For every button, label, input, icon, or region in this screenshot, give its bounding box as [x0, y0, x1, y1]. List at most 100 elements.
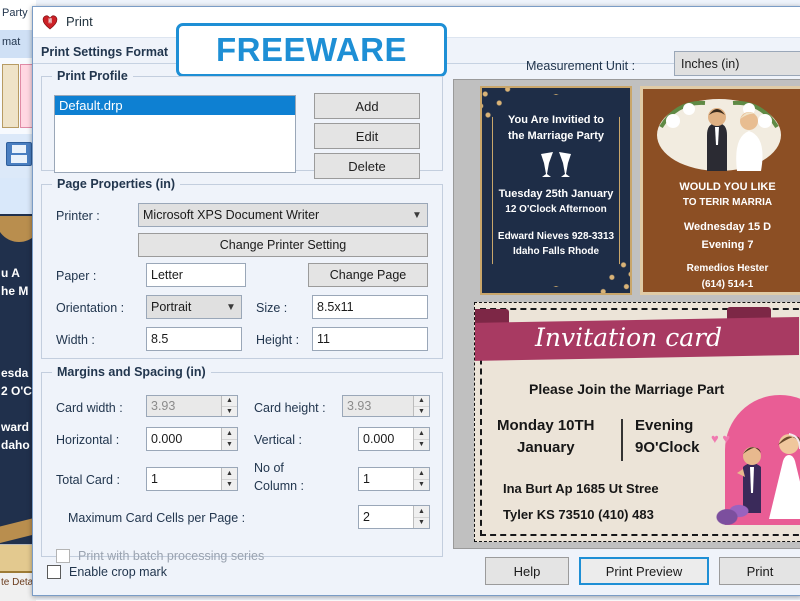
background-template-gallery[interactable] [0, 58, 36, 139]
crop-mark-checkbox-row[interactable]: Enable crop mark [47, 565, 167, 579]
print-button[interactable]: Print [719, 557, 800, 585]
card-height-value: 3.93 [347, 399, 372, 413]
edit-profile-button[interactable]: Edit [314, 123, 420, 149]
background-ribbon[interactable]: mat [0, 30, 36, 59]
group-print-profile: Print Profile Default.drp Add Edit Delet… [41, 69, 443, 179]
arrow-up-icon[interactable]: ▲ [414, 428, 429, 440]
height-field[interactable]: 11 [312, 327, 428, 351]
group-print-profile-legend: Print Profile [57, 69, 128, 83]
max-cards-per-page-stepper[interactable]: 2 ▲ ▼ [358, 505, 430, 529]
vertical-stepper[interactable]: 0.000 ▲ ▼ [358, 427, 430, 451]
change-page-button[interactable]: Change Page [308, 263, 428, 287]
print-settings-panel: Print Profile Default.drp Add Edit Delet… [33, 65, 453, 579]
arrow-up-icon[interactable]: ▲ [414, 468, 429, 480]
total-card-stepper[interactable]: 1 ▲ ▼ [146, 467, 238, 491]
background-tab-label: Party [2, 7, 28, 19]
printer-select[interactable]: Microsoft XPS Document Writer ▼ [138, 203, 428, 227]
dialog-title: Print [66, 14, 93, 29]
crop-mark-checkbox[interactable] [47, 565, 61, 579]
background-ribbon-label: mat [2, 36, 21, 48]
arrow-up-icon: ▲ [222, 396, 237, 407]
max-cards-per-page-label: Maximum Card Cells per Page : [68, 511, 246, 525]
arrow-up-icon[interactable]: ▲ [414, 506, 429, 518]
orientation-select-value: Portrait [151, 300, 192, 314]
delete-profile-button[interactable]: Delete [314, 153, 420, 179]
add-profile-button[interactable]: Add [314, 93, 420, 119]
background-toolbar[interactable] [0, 134, 36, 179]
freeware-badge-label: FREEWARE [215, 31, 407, 68]
crop-mark-label: Enable crop mark [69, 565, 167, 579]
background-template-thumb[interactable] [2, 64, 19, 128]
size-field[interactable]: 8.5x11 [312, 295, 428, 319]
list-item[interactable]: Default.drp [55, 96, 295, 115]
background-tabbar[interactable]: Party [0, 0, 36, 31]
ornament-icon [0, 516, 36, 544]
background-preview-line: 2 O'C [1, 384, 32, 398]
card3-ribbon-text: Invitation card [535, 323, 723, 352]
stepper-arrows[interactable]: ▲ ▼ [413, 506, 429, 528]
card3-time-line2: 9O'Clock [635, 439, 700, 456]
arrow-up-icon: ▲ [414, 396, 429, 407]
svg-text:1: 1 [48, 19, 51, 25]
card3-heading: Please Join the Marriage Part [529, 381, 725, 397]
card1-line1: You Are Invitied to [508, 114, 604, 126]
card-height-label: Card height : [254, 401, 326, 415]
card3-date-line2: January [517, 439, 575, 456]
card-preview-area[interactable]: You Are Invitied to the Marriage Party T… [453, 79, 800, 549]
background-card-preview: u A he M esda 2 O'C ward daho [0, 214, 36, 544]
stepper-arrows[interactable]: ▲ ▼ [221, 428, 237, 450]
width-field[interactable]: 8.5 [146, 327, 242, 351]
preview-card-invitation[interactable]: Invitation card Please Join the Marriage… [474, 302, 800, 542]
card1-line5: Edward Nieves 928-3313 [497, 231, 615, 242]
stepper-arrows[interactable]: ▲ ▼ [413, 468, 429, 490]
chevron-down-icon: ▼ [226, 301, 236, 313]
background-spacer [0, 178, 36, 214]
card-width-value: 3.93 [151, 399, 176, 413]
group-margins-and-spacing: Margins and Spacing (in) Card width : 3.… [41, 365, 443, 563]
card1-line4: 12 O'Clock Afternoon [505, 204, 607, 215]
arrow-up-icon[interactable]: ▲ [222, 428, 237, 440]
no-of-column-label-line2: Column : [254, 479, 305, 493]
profile-listbox[interactable]: Default.drp [54, 95, 296, 173]
stepper-arrows[interactable]: ▲ ▼ [413, 428, 429, 450]
heart-icon: 1 [42, 15, 58, 30]
batch-processing-checkbox-row[interactable]: Print with batch processing series [56, 549, 264, 563]
card1-line2: the Marriage Party [508, 130, 604, 142]
card3-divider [621, 419, 623, 461]
preview-card-brown[interactable]: WOULD YOU LIKE TO TERIR MARRIA Wednesday… [640, 86, 800, 295]
no-of-column-stepper[interactable]: 1 ▲ ▼ [358, 467, 430, 491]
stepper-arrows[interactable]: ▲ ▼ [221, 468, 237, 490]
chevron-down-icon: ▼ [412, 209, 422, 221]
card3-time-line1: Evening [635, 417, 694, 434]
card2-line4: Evening 7 [701, 239, 754, 251]
arrow-down-icon[interactable]: ▼ [414, 440, 429, 451]
card2-line2: TO TERIR MARRIA [682, 197, 773, 208]
arrow-down-icon[interactable]: ▼ [222, 480, 237, 491]
batch-processing-checkbox [56, 549, 70, 563]
arrow-down-icon[interactable]: ▼ [222, 440, 237, 451]
no-of-column-label-line1: No of [254, 461, 284, 475]
change-printer-setting-button[interactable]: Change Printer Setting [138, 233, 428, 257]
dialog-button-bar: Help Print Preview Print [453, 555, 800, 589]
arrow-up-icon[interactable]: ▲ [222, 468, 237, 480]
help-button[interactable]: Help [485, 557, 569, 585]
tab-print-settings-format[interactable]: Print Settings Format [41, 45, 168, 59]
horizontal-stepper[interactable]: 0.000 ▲ ▼ [146, 427, 238, 451]
horizontal-label: Horizontal : [56, 433, 120, 447]
paper-field[interactable]: Letter [146, 263, 246, 287]
arrow-down-icon[interactable]: ▼ [414, 480, 429, 491]
card2-line5: Remedios Hester [686, 263, 769, 274]
orientation-label: Orientation : [56, 301, 125, 315]
card1-line3: Tuesday 25th January [498, 188, 614, 200]
preview-card-navy[interactable]: You Are Invitied to the Marriage Party T… [480, 86, 632, 295]
max-cards-per-page-value: 2 [363, 510, 370, 524]
measurement-unit-select[interactable]: Inches (in) [674, 51, 800, 76]
card-width-label: Card width : [56, 401, 123, 415]
arrow-down-icon[interactable]: ▼ [414, 518, 429, 529]
orientation-select[interactable]: Portrait ▼ [146, 295, 242, 319]
print-preview-button[interactable]: Print Preview [579, 557, 709, 585]
batch-processing-label: Print with batch processing series [78, 549, 265, 563]
save-icon[interactable] [6, 142, 32, 166]
card3-date-line1: Monday 10TH [497, 417, 595, 434]
vertical-value: 0.000 [363, 432, 395, 446]
